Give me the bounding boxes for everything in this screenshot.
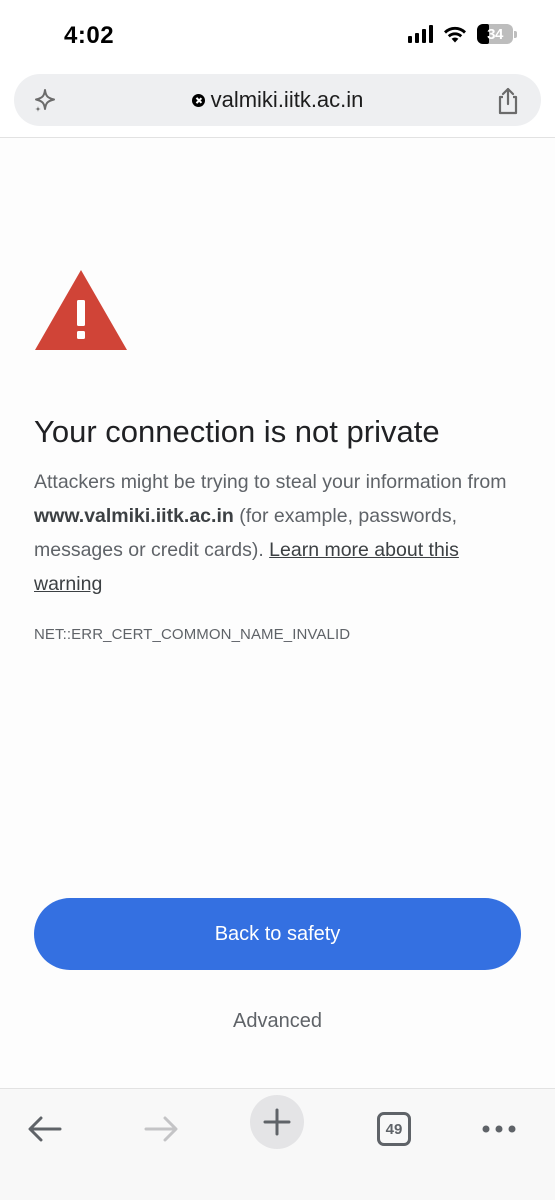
battery-level: 34 <box>487 25 503 43</box>
wifi-icon <box>444 26 466 43</box>
advanced-button[interactable]: Advanced <box>0 1010 555 1033</box>
explanation-text: Attackers might be trying to steal your … <box>34 465 524 601</box>
explanation-prefix: Attackers might be trying to steal your … <box>34 471 507 493</box>
back-button[interactable] <box>20 1097 70 1161</box>
back-to-safety-button[interactable]: Back to safety <box>34 898 521 970</box>
menu-button[interactable] <box>476 1097 522 1161</box>
forward-button[interactable] <box>136 1097 186 1161</box>
address-bar[interactable]: valmiki.iitk.ac.in <box>14 74 541 126</box>
url-display[interactable]: valmiki.iitk.ac.in <box>14 74 541 126</box>
arrow-right-icon[interactable] <box>144 1116 178 1142</box>
not-secure-x-icon[interactable] <box>191 93 205 107</box>
bottom-toolbar: 49 <box>0 1088 555 1200</box>
site-domain: www.valmiki.iitk.ac.in <box>34 505 234 527</box>
browser-header: valmiki.iitk.ac.in <box>0 68 555 138</box>
share-icon[interactable] <box>495 87 521 115</box>
battery-icon: 34 <box>477 24 513 44</box>
page-title: Your connection is not private <box>34 414 440 449</box>
plus-icon[interactable] <box>263 1108 291 1136</box>
more-horizontal-icon[interactable] <box>481 1124 517 1134</box>
error-code: NET::ERR_CERT_COMMON_NAME_INVALID <box>34 626 351 643</box>
status-time: 4:02 <box>64 22 115 49</box>
warning-triangle-icon <box>35 270 127 350</box>
arrow-left-icon[interactable] <box>28 1116 62 1142</box>
status-bar: 4:02 34 <box>0 0 555 68</box>
cellular-signal-icon <box>408 25 433 43</box>
tab-switcher-button[interactable]: 49 <box>372 1097 416 1161</box>
tab-count[interactable]: 49 <box>377 1112 411 1146</box>
status-icons: 34 <box>408 24 517 44</box>
new-tab-button[interactable] <box>250 1095 304 1149</box>
url-text[interactable]: valmiki.iitk.ac.in <box>211 87 364 113</box>
